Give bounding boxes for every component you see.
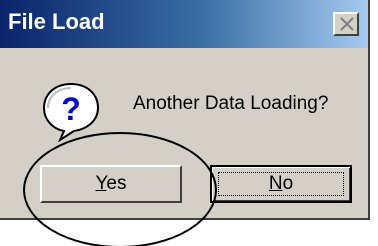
no-button[interactable]: No — [210, 165, 352, 203]
dialog-title: File Load — [8, 9, 105, 34]
title-bar[interactable]: File Load — [0, 0, 368, 48]
close-icon — [340, 17, 354, 31]
no-button-label: No — [268, 173, 294, 194]
screen: File Load ? Another Data Loading? Yes No — [0, 0, 378, 246]
file-load-dialog: File Load ? Another Data Loading? Yes No — [0, 0, 370, 220]
close-button[interactable] — [333, 12, 359, 36]
svg-text:?: ? — [61, 91, 81, 127]
yes-button-label: Yes — [95, 173, 127, 194]
dialog-message: Another Data Loading? — [133, 93, 329, 114]
yes-button[interactable]: Yes — [40, 165, 182, 203]
question-icon: ? — [42, 82, 100, 142]
